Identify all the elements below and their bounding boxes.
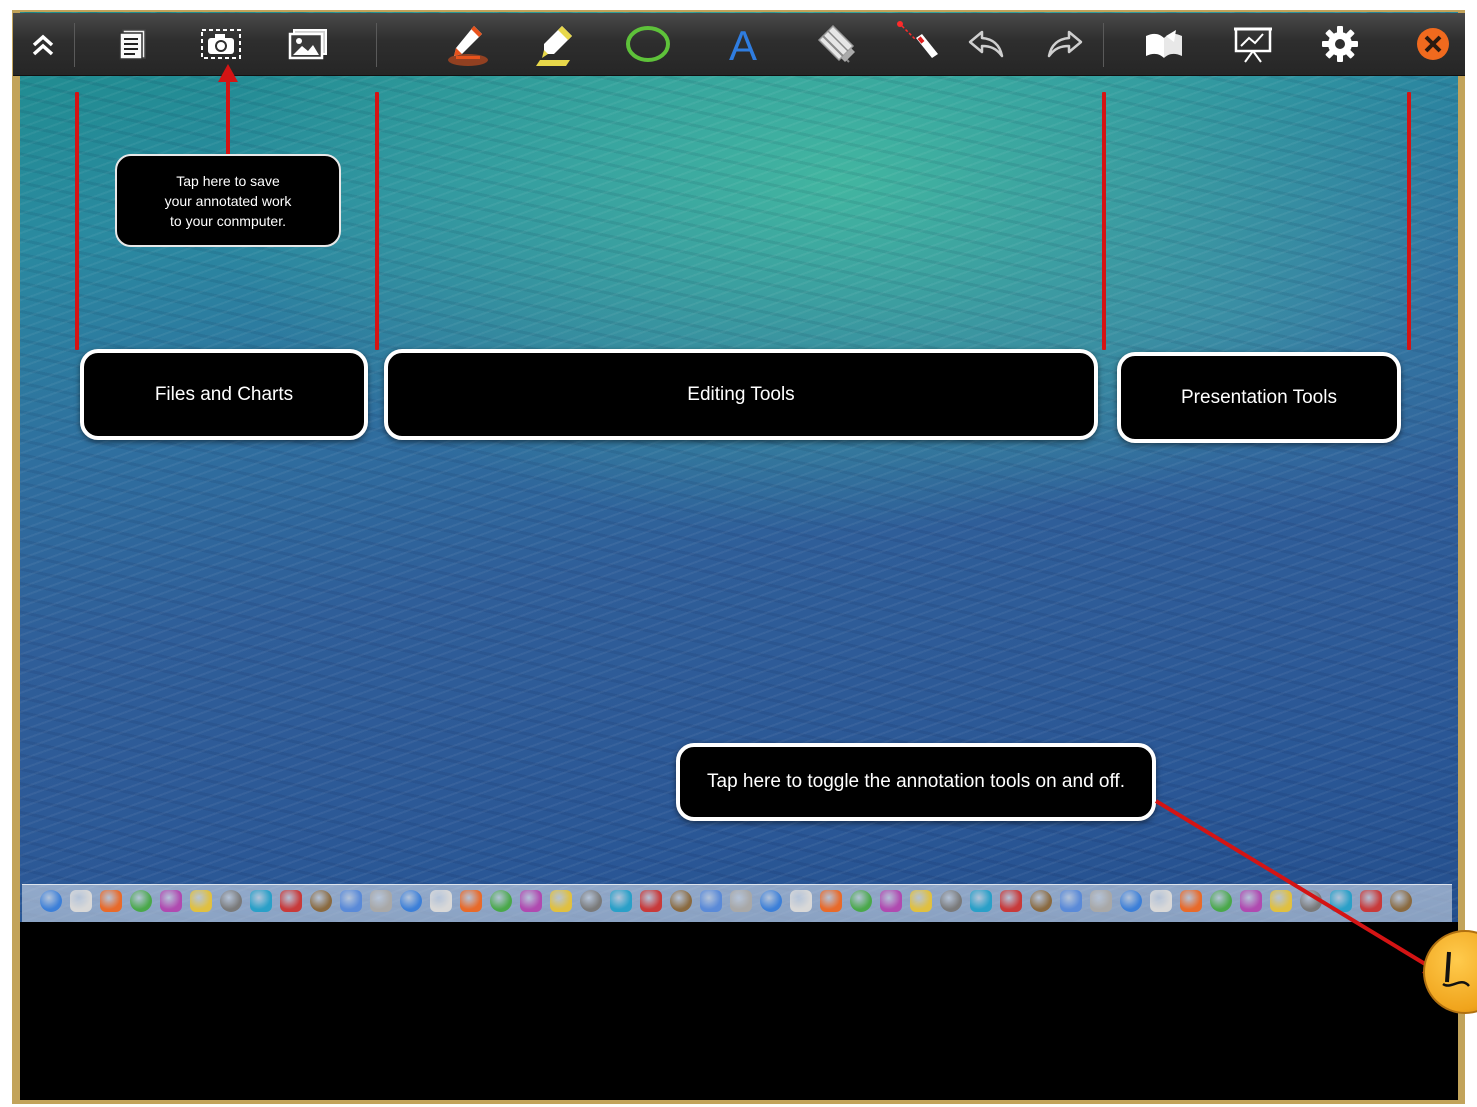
dock-app-icon[interactable]: [100, 890, 122, 912]
collapse-toolbar-button[interactable]: [13, 13, 73, 75]
text-tool-glyph: A: [729, 23, 757, 65]
toggle-tip-callout: Tap here to toggle the annotation tools …: [676, 743, 1156, 821]
dock-app-icon[interactable]: [550, 890, 572, 912]
camera-icon: [201, 29, 241, 59]
close-button[interactable]: [1403, 13, 1463, 75]
dock-app-icon[interactable]: [220, 890, 242, 912]
dock-app-icon[interactable]: [790, 890, 812, 912]
toolbar-separator: [1103, 23, 1104, 67]
redo-arrow-icon: [1047, 30, 1083, 58]
toolbar-separator: [74, 23, 75, 67]
save-tip-arrow: [218, 64, 238, 156]
dock-app-icon[interactable]: [940, 890, 962, 912]
dock-app-icon[interactable]: [430, 890, 452, 912]
save-tip-line-3: to your conmputer.: [170, 212, 286, 229]
text-a-icon: A: [729, 23, 757, 65]
eraser-icon: [817, 24, 855, 63]
laser-pointer-icon: [897, 21, 938, 58]
pencil-icon: [448, 26, 488, 66]
gear-icon: [1322, 26, 1358, 62]
text-tool-button[interactable]: A: [713, 13, 773, 75]
dock-app-icon[interactable]: [700, 890, 722, 912]
dock-app-icon[interactable]: [1060, 890, 1082, 912]
save-tip-line-2: your annotated work: [164, 192, 292, 209]
dock-app-icon[interactable]: [250, 890, 272, 912]
dock-app-icon[interactable]: [130, 890, 152, 912]
redo-button[interactable]: [1035, 13, 1095, 75]
dock-app-icon[interactable]: [880, 890, 902, 912]
dock-app-icon[interactable]: [190, 890, 212, 912]
dock-app-icon[interactable]: [400, 890, 422, 912]
dock-app-icon[interactable]: [970, 890, 992, 912]
insert-image-button[interactable]: [278, 13, 338, 75]
laser-pointer-button[interactable]: [888, 13, 948, 75]
callout-line-editing-right: [1102, 92, 1106, 350]
toolbar-separator: [376, 23, 377, 67]
dock-app-icon[interactable]: [670, 890, 692, 912]
dock-app-icon[interactable]: [1000, 890, 1022, 912]
highlighter-icon: [536, 26, 572, 66]
eraser-tool-button[interactable]: [805, 13, 865, 75]
toggle-tip-arrow: [1154, 799, 1448, 979]
dock-app-icon[interactable]: [520, 890, 542, 912]
dock-app-icon[interactable]: [580, 890, 602, 912]
dock-app-icon[interactable]: [760, 890, 782, 912]
dock-app-icon[interactable]: [610, 890, 632, 912]
presentation-board-icon: [1234, 27, 1272, 63]
pen-nib-icon: [1442, 951, 1470, 987]
document-list-icon: [119, 29, 146, 60]
callout-line-presentation-right: [1407, 92, 1411, 350]
dock-app-icon[interactable]: [910, 890, 932, 912]
book-icon: [1146, 30, 1182, 58]
presentation-tools-label: Presentation Tools: [1117, 352, 1401, 443]
dock-app-icon[interactable]: [310, 890, 332, 912]
dock-app-icon[interactable]: [1090, 890, 1112, 912]
pen-tool-button[interactable]: [438, 13, 498, 75]
presentation-tools-text: Presentation Tools: [1181, 386, 1337, 408]
dock-app-icon[interactable]: [280, 890, 302, 912]
dock-app-icon[interactable]: [40, 890, 62, 912]
dock-app-icon[interactable]: [460, 890, 482, 912]
dock-app-icon[interactable]: [640, 890, 662, 912]
circle-icon: [626, 26, 670, 62]
editing-tools-text: Editing Tools: [687, 383, 795, 405]
whiteboard-button[interactable]: [1134, 13, 1194, 75]
double-chevron-up-icon: [32, 34, 54, 56]
toggle-tip-text: Tap here to toggle the annotation tools …: [707, 771, 1125, 792]
callout-line-files-left: [75, 92, 79, 350]
dock-app-icon[interactable]: [1030, 890, 1052, 912]
settings-button[interactable]: [1310, 13, 1370, 75]
editing-tools-label: Editing Tools: [384, 349, 1098, 440]
dock-app-icon[interactable]: [70, 890, 92, 912]
close-icon: [1417, 28, 1449, 60]
dock-app-icon[interactable]: [160, 890, 182, 912]
dock-app-icon[interactable]: [490, 890, 512, 912]
save-tip-line-1: Tap here to save: [176, 172, 280, 189]
callout-line-files-right: [375, 92, 379, 350]
dock-app-icon[interactable]: [820, 890, 842, 912]
dock-app-icon[interactable]: [1120, 890, 1142, 912]
files-and-charts-text: Files and Charts: [154, 383, 294, 405]
highlighter-tool-button[interactable]: [526, 13, 586, 75]
dock-app-icon[interactable]: [340, 890, 362, 912]
save-tip-callout: Tap here to save your annotated work to …: [115, 154, 341, 247]
files-button[interactable]: [103, 13, 163, 75]
files-and-charts-label: Files and Charts: [80, 349, 368, 440]
undo-button[interactable]: [956, 13, 1016, 75]
presentation-button[interactable]: [1223, 13, 1283, 75]
dock-app-icon[interactable]: [370, 890, 392, 912]
image-icon: [288, 29, 327, 60]
undo-arrow-icon: [968, 30, 1004, 58]
dock-app-icon[interactable]: [730, 890, 752, 912]
dock-app-icon[interactable]: [850, 890, 872, 912]
shape-tool-button[interactable]: [618, 13, 678, 75]
